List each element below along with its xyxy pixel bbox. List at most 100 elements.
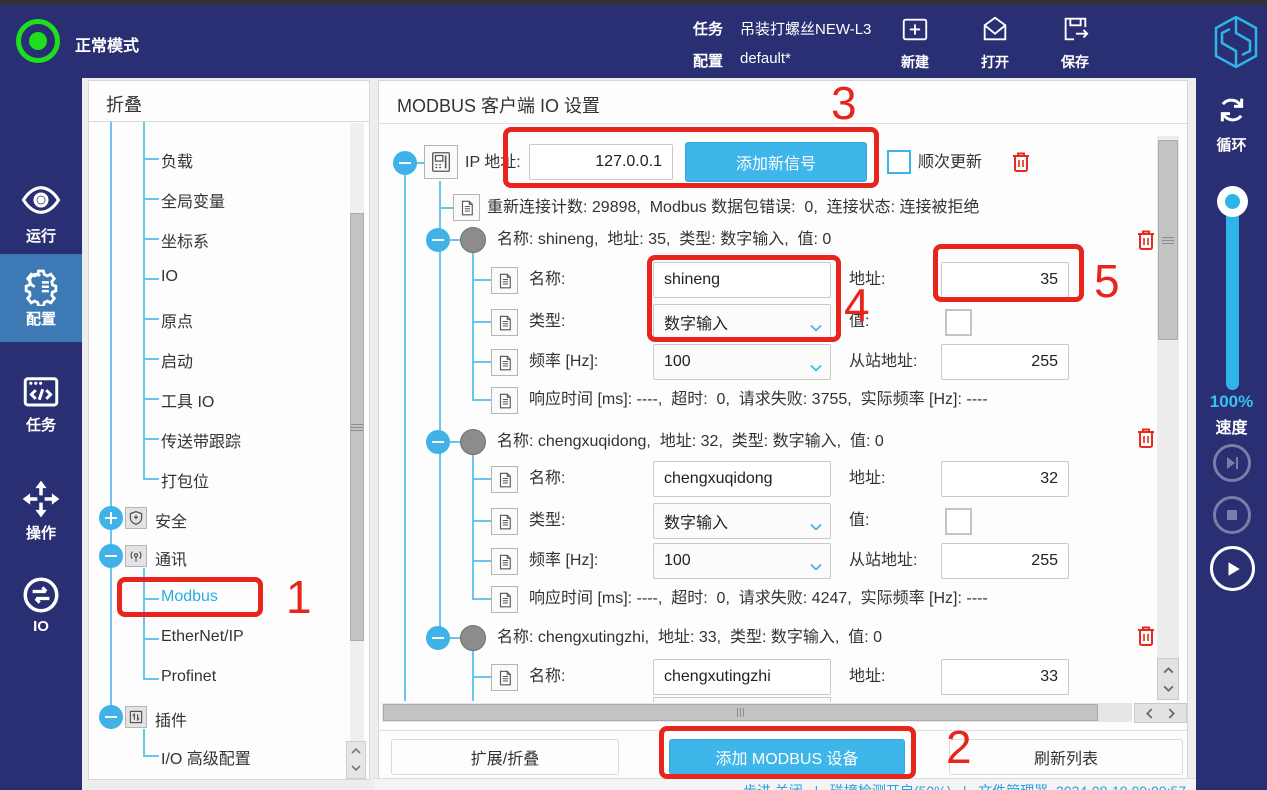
sequential-update-checkbox[interactable]: [887, 150, 911, 174]
annotation-box-1: [117, 577, 263, 617]
move-arrows-icon: [20, 478, 62, 525]
tree-collapse-plugin[interactable]: [99, 705, 123, 729]
sidebar-item-io[interactable]: IO: [0, 566, 82, 652]
signal3-address-value: 33: [1040, 668, 1058, 686]
signal3-summary: 名称: chengxutingzhi, 地址: 33, 类型: 数字输入, 值:…: [497, 628, 882, 648]
step-next-button[interactable]: [1213, 444, 1251, 482]
tree-item-conveyor[interactable]: 传送带跟踪: [161, 428, 241, 452]
sidebar-item-run[interactable]: 运行: [0, 175, 82, 261]
tree-item-tool-io[interactable]: 工具 IO: [161, 388, 214, 412]
open-button[interactable]: 打开: [970, 12, 1020, 74]
tree-item-io[interactable]: IO: [161, 268, 178, 286]
scroll-left-icon[interactable]: [1143, 707, 1156, 720]
signal2-slave-input[interactable]: 255: [941, 543, 1069, 579]
tree-item-payload[interactable]: 负载: [161, 148, 193, 172]
device-collapse-toggle[interactable]: [393, 151, 417, 175]
tree-connector: [143, 278, 159, 280]
signal3-address-input[interactable]: 33: [941, 659, 1069, 695]
sidebar-config-label: 配置: [0, 308, 82, 329]
scroll-down-icon[interactable]: [1162, 682, 1175, 695]
tree-item-startup[interactable]: 启动: [161, 348, 193, 372]
signal2-delete-trash-icon[interactable]: [1134, 426, 1158, 455]
tree-scrollbar-thumb[interactable]: [350, 213, 364, 641]
connector: [472, 279, 491, 281]
expand-collapse-button[interactable]: 扩展/折叠: [391, 739, 619, 775]
signal2-summary: 名称: chengxuqidong, 地址: 32, 类型: 数字输入, 值: …: [497, 432, 884, 452]
stop-button[interactable]: [1213, 496, 1251, 534]
main-vscrollbar-thumb[interactable]: [1158, 140, 1178, 340]
tree-group-plugin[interactable]: 插件: [155, 707, 187, 731]
annotation-box-3: [503, 127, 879, 188]
code-window-icon: [20, 370, 62, 417]
loop-cycle-icon[interactable]: [1212, 90, 1252, 135]
scroll-right-icon[interactable]: [1165, 707, 1178, 720]
tree-branch-line: [143, 122, 145, 480]
signal2-type-value: 数字输入: [664, 509, 728, 533]
signal1-value-checkbox[interactable]: [945, 309, 972, 336]
signal1-frequency-dropdown[interactable]: 100: [653, 344, 831, 380]
annotation-box-5: [933, 244, 1084, 302]
save-button[interactable]: 保存: [1050, 12, 1100, 74]
mode-label: 正常模式: [75, 32, 139, 56]
main-vscroll-buttons[interactable]: [1157, 658, 1179, 700]
signal2-value-checkbox[interactable]: [945, 508, 972, 535]
scroll-up-icon[interactable]: [350, 745, 362, 757]
tree-item-global-vars[interactable]: 全局变量: [161, 188, 225, 212]
name-label: 名称:: [529, 270, 565, 290]
tree-item-packing[interactable]: 打包位: [161, 468, 209, 492]
signal1-collapse-toggle[interactable]: [426, 228, 450, 252]
play-button[interactable]: [1210, 546, 1255, 591]
speed-slider-knob[interactable]: [1217, 186, 1248, 217]
tree-collapse-comm[interactable]: [99, 544, 123, 568]
speed-slider-track[interactable]: [1226, 198, 1239, 390]
antenna-icon: [125, 545, 147, 567]
signal3-name-input[interactable]: chengxutingzhi: [653, 659, 831, 695]
tree-item-coord-system[interactable]: 坐标系: [161, 228, 209, 252]
tree-connector: [143, 678, 159, 680]
expand-collapse-label: 扩展/折叠: [471, 745, 539, 769]
name-label: 名称:: [529, 667, 565, 687]
signal2-name-input[interactable]: chengxuqidong: [653, 461, 831, 497]
tree-connector: [143, 238, 159, 240]
refresh-list-button[interactable]: 刷新列表: [949, 739, 1183, 775]
signal3-name-value: chengxutingzhi: [664, 668, 771, 686]
signal2-name-value: chengxuqidong: [664, 470, 773, 488]
tree-item-profinet[interactable]: Profinet: [161, 668, 216, 686]
signal2-address-value: 32: [1040, 470, 1058, 488]
signal2-frequency-dropdown[interactable]: 100: [653, 543, 831, 579]
new-button[interactable]: 新建: [890, 12, 940, 74]
signal2-address-input[interactable]: 32: [941, 461, 1069, 497]
tree-trunk-line: [110, 122, 112, 718]
tree-collapse-header[interactable]: 折叠: [106, 91, 142, 117]
tree-group-comm[interactable]: 通讯: [155, 546, 187, 570]
tree-expand-security[interactable]: [99, 506, 123, 530]
signal2-response-text: 响应时间 [ms]: ----, 超时: 0, 请求失败: 4247, 实际频率…: [529, 589, 988, 609]
signal3-collapse-toggle[interactable]: [426, 626, 450, 650]
tree-item-home[interactable]: 原点: [161, 308, 193, 332]
tree-scroll-buttons[interactable]: [346, 741, 366, 779]
signal3-delete-trash-icon[interactable]: [1134, 624, 1158, 653]
scroll-down-icon[interactable]: [350, 762, 362, 774]
tree-item-io-advanced[interactable]: I/O 高级配置: [161, 745, 251, 769]
main-hscrollbar-thumb[interactable]: [383, 704, 1098, 721]
signal2-collapse-toggle[interactable]: [426, 430, 450, 454]
tree-group-security[interactable]: 安全: [155, 508, 187, 532]
signal2-leaf-trunk: [472, 455, 474, 599]
signal2-type-dropdown[interactable]: 数字输入: [653, 503, 831, 539]
status-bar-text: 步进 关闭 | 碰撞检测开启(50%) | 文件管理器 2024-08-19 0…: [743, 781, 1186, 790]
sidebar-item-task[interactable]: 任务: [0, 362, 82, 448]
signal2-node-icon: [460, 429, 486, 455]
sidebar-item-operate[interactable]: 操作: [0, 470, 82, 556]
config-tree-panel: 折叠 负载 全局变量 坐标系 IO 原点 启动 工具 IO 传送带跟踪 打包位 …: [88, 80, 370, 780]
tree-item-ethernet-ip[interactable]: EtherNet/IP: [161, 628, 244, 646]
sidebar-item-config[interactable]: 配置: [0, 254, 82, 342]
scroll-up-icon[interactable]: [1162, 664, 1175, 677]
play-icon: [1224, 560, 1242, 578]
signal1-delete-trash-icon[interactable]: [1134, 228, 1158, 257]
connector: [450, 441, 460, 443]
main-hscroll-buttons[interactable]: [1134, 703, 1187, 723]
delete-device-trash-icon[interactable]: [1009, 150, 1033, 179]
frequency-label: 频率 [Hz]:: [529, 352, 598, 372]
signal1-slave-input[interactable]: 255: [941, 344, 1069, 380]
connector: [472, 676, 491, 678]
